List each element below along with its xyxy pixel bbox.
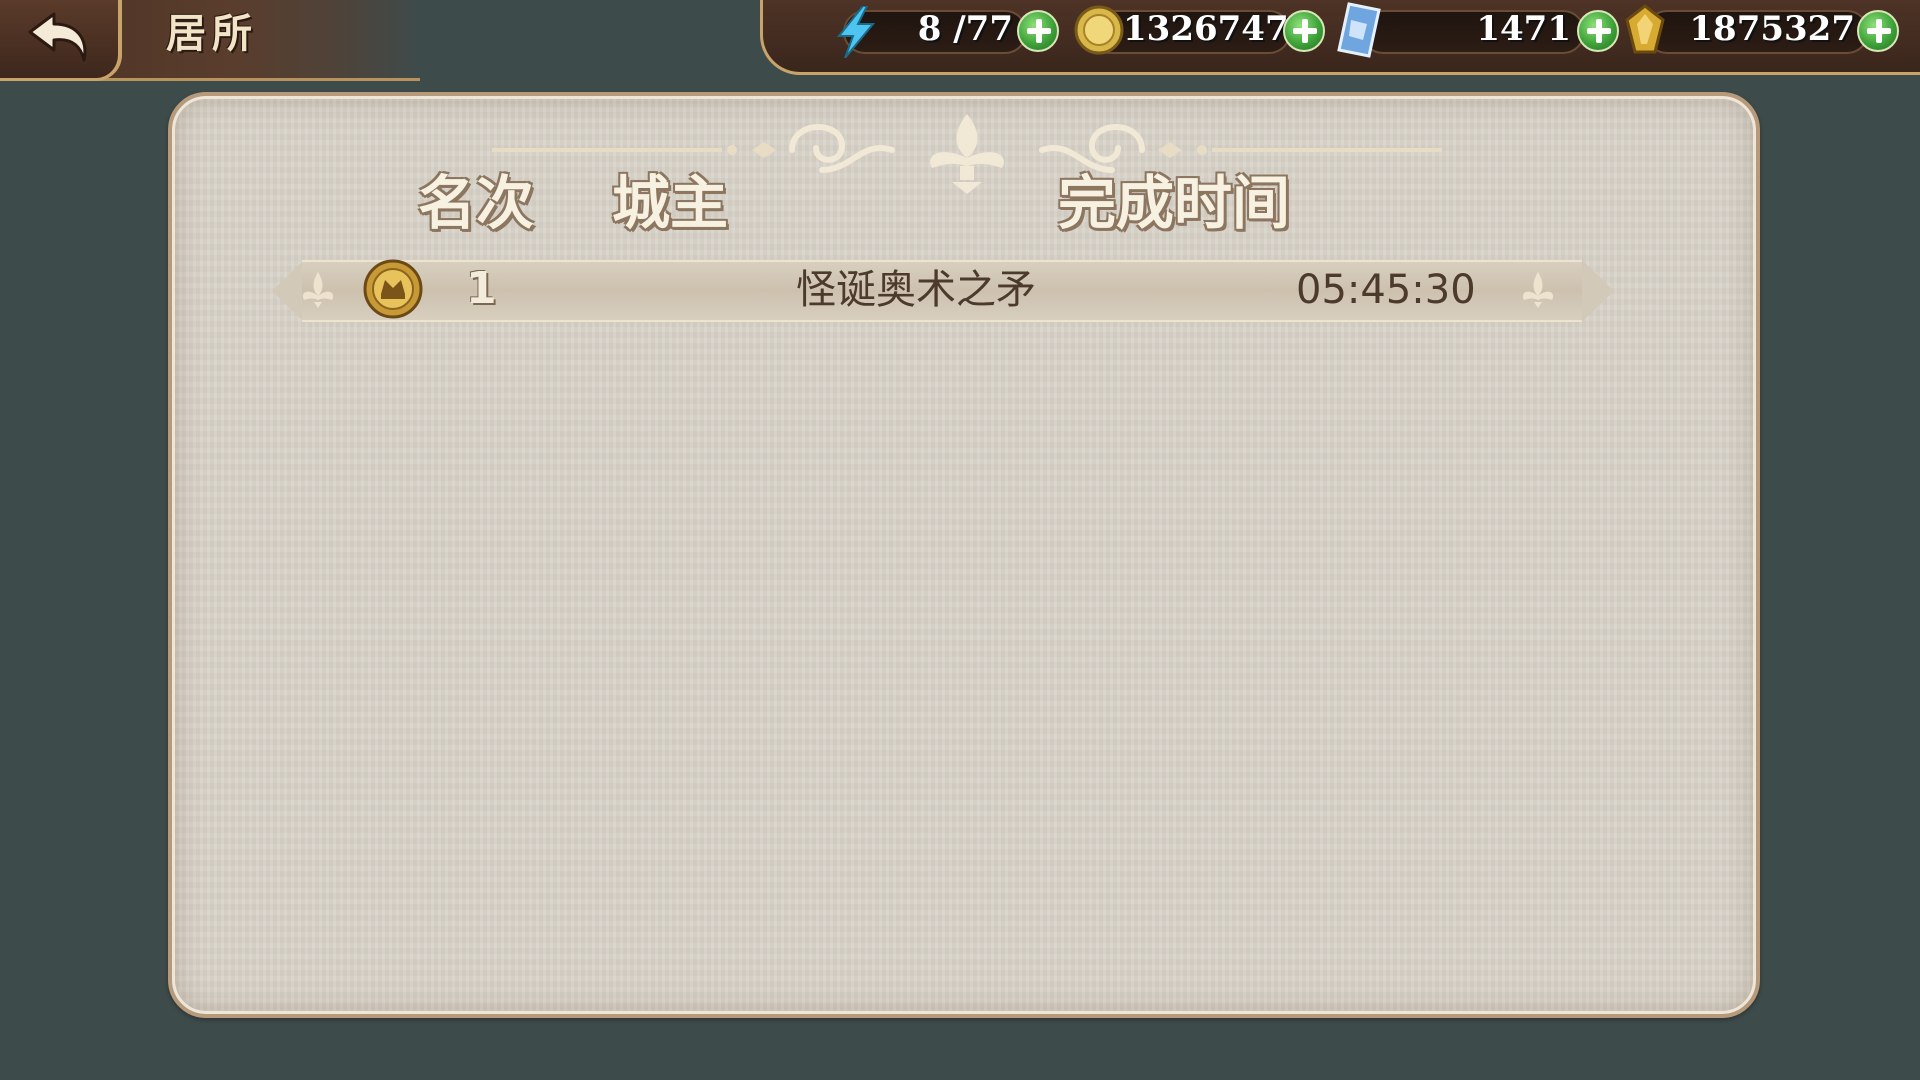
gem-resource: 1875327 xyxy=(1621,4,1920,54)
add-gem-button[interactable] xyxy=(1857,10,1899,52)
fleur-right-icon xyxy=(1522,272,1554,308)
gold-resource: 1326747 xyxy=(1067,5,1329,55)
crystal-icon xyxy=(1337,2,1381,58)
column-header-lord: 城主 xyxy=(612,169,729,237)
column-header-time: 完成时间 xyxy=(1058,169,1291,237)
gold-value: 1326747 xyxy=(1123,9,1289,49)
gold-coin-icon xyxy=(1074,5,1124,55)
row-lord-name: 怪诞奥术之矛 xyxy=(796,267,1036,313)
lightning-icon xyxy=(836,6,876,58)
gold-medal-icon xyxy=(363,259,423,319)
row-completion-time: 05:45:30 xyxy=(1296,267,1476,313)
add-gold-button[interactable] xyxy=(1283,10,1325,52)
resource-bar: 8 /77 1326747 1471 1875327 xyxy=(760,0,1920,75)
gold-gem-icon xyxy=(1625,4,1665,54)
add-energy-button[interactable] xyxy=(1017,10,1059,52)
crystal-resource: 1471 xyxy=(1331,2,1621,58)
back-arrow-icon xyxy=(28,12,87,62)
crystal-value: 1471 xyxy=(1476,9,1571,49)
back-button[interactable] xyxy=(0,0,122,81)
ranking-panel: 名次 城主 完成时间 1 怪诞奥术之矛 05:45:30 xyxy=(168,92,1760,1018)
row-rank: 1 xyxy=(466,263,497,314)
game-screen: 居所 8 /77 1326747 1471 1875327 名次 城主 完成时间… xyxy=(0,0,1920,1080)
energy-resource: 8 /77 xyxy=(803,6,1065,58)
table-row[interactable]: 1 怪诞奥术之矛 05:45:30 xyxy=(272,259,1614,322)
gem-value: 1875327 xyxy=(1689,9,1855,49)
fleur-left-icon xyxy=(302,272,334,308)
add-crystal-button[interactable] xyxy=(1577,10,1619,52)
energy-value: 8 /77 xyxy=(917,9,1013,49)
column-header-rank: 名次 xyxy=(418,169,535,237)
page-title: 居所 xyxy=(166,10,258,57)
title-bar: 居所 xyxy=(0,0,420,81)
